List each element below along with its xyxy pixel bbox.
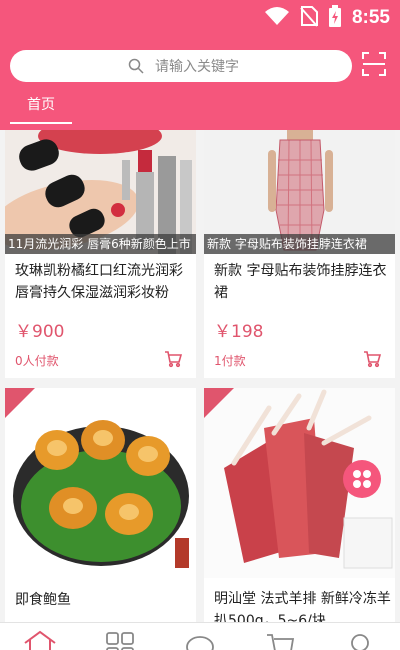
product-title: 玫琳凯粉橘红口红流光润彩唇膏持久保湿滋润彩妆粉橘... [15,263,183,301]
product-price: ￥198 [214,322,264,342]
cart-icon[interactable] [164,350,183,372]
free-shipping-badge [204,388,234,422]
product-title: 新款 字母贴布装饰挂脖连衣裙 [214,263,387,301]
category-icon[interactable] [102,629,138,650]
header: 请输入关键字 首页 [0,36,400,130]
battery-icon [328,5,342,31]
product-grid: 11月流光润彩 唇膏6种新颜色上市 玫琳凯粉橘红口红流光润彩唇膏持久保湿滋润彩妆… [0,130,400,622]
product-card-dress[interactable]: 新款 字母贴布装饰挂脖连衣裙 新款 字母贴布装饰挂脖连衣裙 ￥198 1付款 [204,130,395,378]
product-sold-count: 0人付款 [15,354,59,368]
search-input[interactable]: 请输入关键字 [10,50,352,82]
tab-home-label: 首页 [27,97,55,113]
image-caption: 新款 字母贴布装饰挂脖连衣裙 [204,234,395,254]
status-time: 8:55 [351,7,390,28]
product-image-lipstick: 11月流光润彩 唇膏6种新颜色上市 [5,130,196,254]
message-icon[interactable] [182,629,218,650]
status-bar: 8:55 [0,0,400,36]
user-icon[interactable] [342,629,378,650]
search-placeholder: 请输入关键字 [155,59,239,75]
tab-home[interactable]: 首页 [10,90,72,126]
product-card-abalone[interactable]: 即食鲍鱼 [5,388,196,622]
cart-icon[interactable] [363,350,382,372]
search-icon [128,58,144,78]
image-caption: 11月流光润彩 唇膏6种新颜色上市 [5,234,196,254]
scan-icon[interactable] [362,52,386,80]
product-image-dress: 新款 字母贴布装饰挂脖连衣裙 [204,130,395,254]
product-title: 明汕堂 法式羊排 新鲜冷冻羊扒500g，5~6/块 [214,591,391,622]
home-icon[interactable] [22,629,58,650]
no-sim-icon [300,5,318,31]
product-card-lamb[interactable]: 明汕堂 法式羊排 新鲜冷冻羊扒500g，5~6/块 [204,388,395,622]
grid-menu-button[interactable] [343,460,381,498]
product-sold-count: 1付款 [214,354,246,368]
bottom-nav [0,622,400,650]
product-card-lipstick[interactable]: 11月流光润彩 唇膏6种新颜色上市 玫琳凯粉橘红口红流光润彩唇膏持久保湿滋润彩妆… [5,130,196,378]
wifi-icon [264,6,290,30]
free-shipping-badge [5,388,35,422]
product-title: 即食鲍鱼 [15,592,71,608]
tab-underline [10,122,72,124]
product-price: ￥900 [15,322,65,342]
grid-icon [353,470,371,488]
shopping-cart-icon[interactable] [262,629,298,650]
